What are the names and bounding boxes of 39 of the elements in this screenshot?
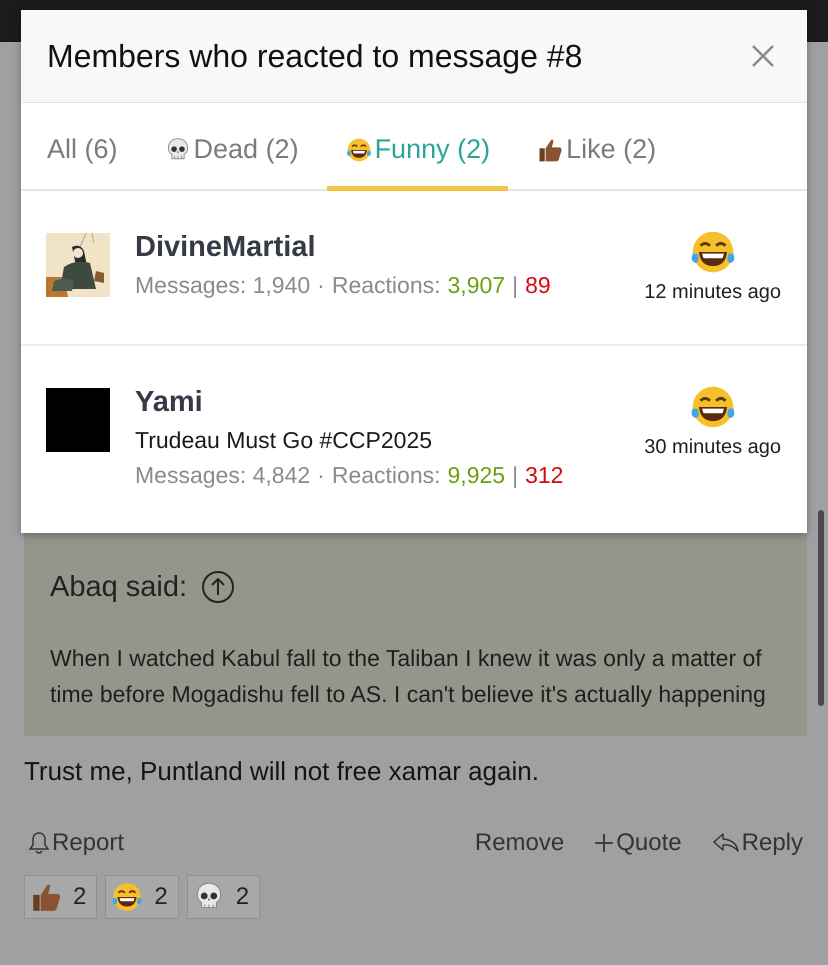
positive-count: 3,907 <box>448 272 506 299</box>
reaction-tab[interactable]: Like (2) <box>518 103 674 191</box>
reaction-tab[interactable]: Dead (2) <box>146 103 317 191</box>
separator-dot: · <box>317 462 325 489</box>
post-action[interactable]: Report <box>24 829 128 857</box>
reaction-time: 12 minutes ago <box>644 281 781 304</box>
dialog-title: Members who reacted to message #8 <box>47 38 582 74</box>
post-text: Trust me, Puntland will not free xamar again. <box>24 756 540 787</box>
separator-text: | <box>512 462 518 489</box>
reaction-count[interactable]: 2 <box>186 875 260 919</box>
message-count: Messages: 1,940 <box>135 272 310 299</box>
reaction-count[interactable]: 2 <box>105 875 179 919</box>
positive-count: 9,925 <box>448 462 506 489</box>
scrollbar[interactable] <box>818 510 824 706</box>
close-icon <box>751 44 775 68</box>
post-action[interactable]: Remove <box>470 829 568 857</box>
plus-icon <box>594 833 614 853</box>
post-action[interactable]: Reply <box>708 829 807 857</box>
reaction-time: 30 minutes ago <box>644 436 781 459</box>
negative-count: 312 <box>525 462 564 489</box>
quote-text: When I watched Kabul fall to the Taliban I knew it was only a matter of time before Mogadishu fell to AS. I can't believe it's actually happening <box>50 644 767 709</box>
member-name[interactable]: Yami <box>135 386 620 419</box>
message-count: Messages: 4,842 <box>135 462 310 489</box>
member-signature: Trudeau Must Go #CCP2025 <box>135 427 434 454</box>
quote-author: Abaq said: <box>50 570 188 604</box>
member-name[interactable]: DivineMartial <box>135 231 620 264</box>
bell-icon <box>28 831 50 855</box>
negative-count: 89 <box>525 272 551 299</box>
laughing-face-icon <box>110 880 144 914</box>
laughing-face-icon <box>344 136 373 164</box>
reaction-tab[interactable]: Funny (2) <box>326 103 508 191</box>
post-action[interactable]: Quote <box>590 829 686 857</box>
reaction-tab[interactable]: All (6) <box>29 103 136 191</box>
separator-text: | <box>512 272 518 299</box>
reaction-count[interactable]: 2 <box>24 875 98 919</box>
reactions-label: Reactions: <box>332 272 441 299</box>
reactions-label: Reactions: <box>332 462 441 489</box>
separator-dot: · <box>317 272 325 299</box>
avatar <box>46 388 110 452</box>
